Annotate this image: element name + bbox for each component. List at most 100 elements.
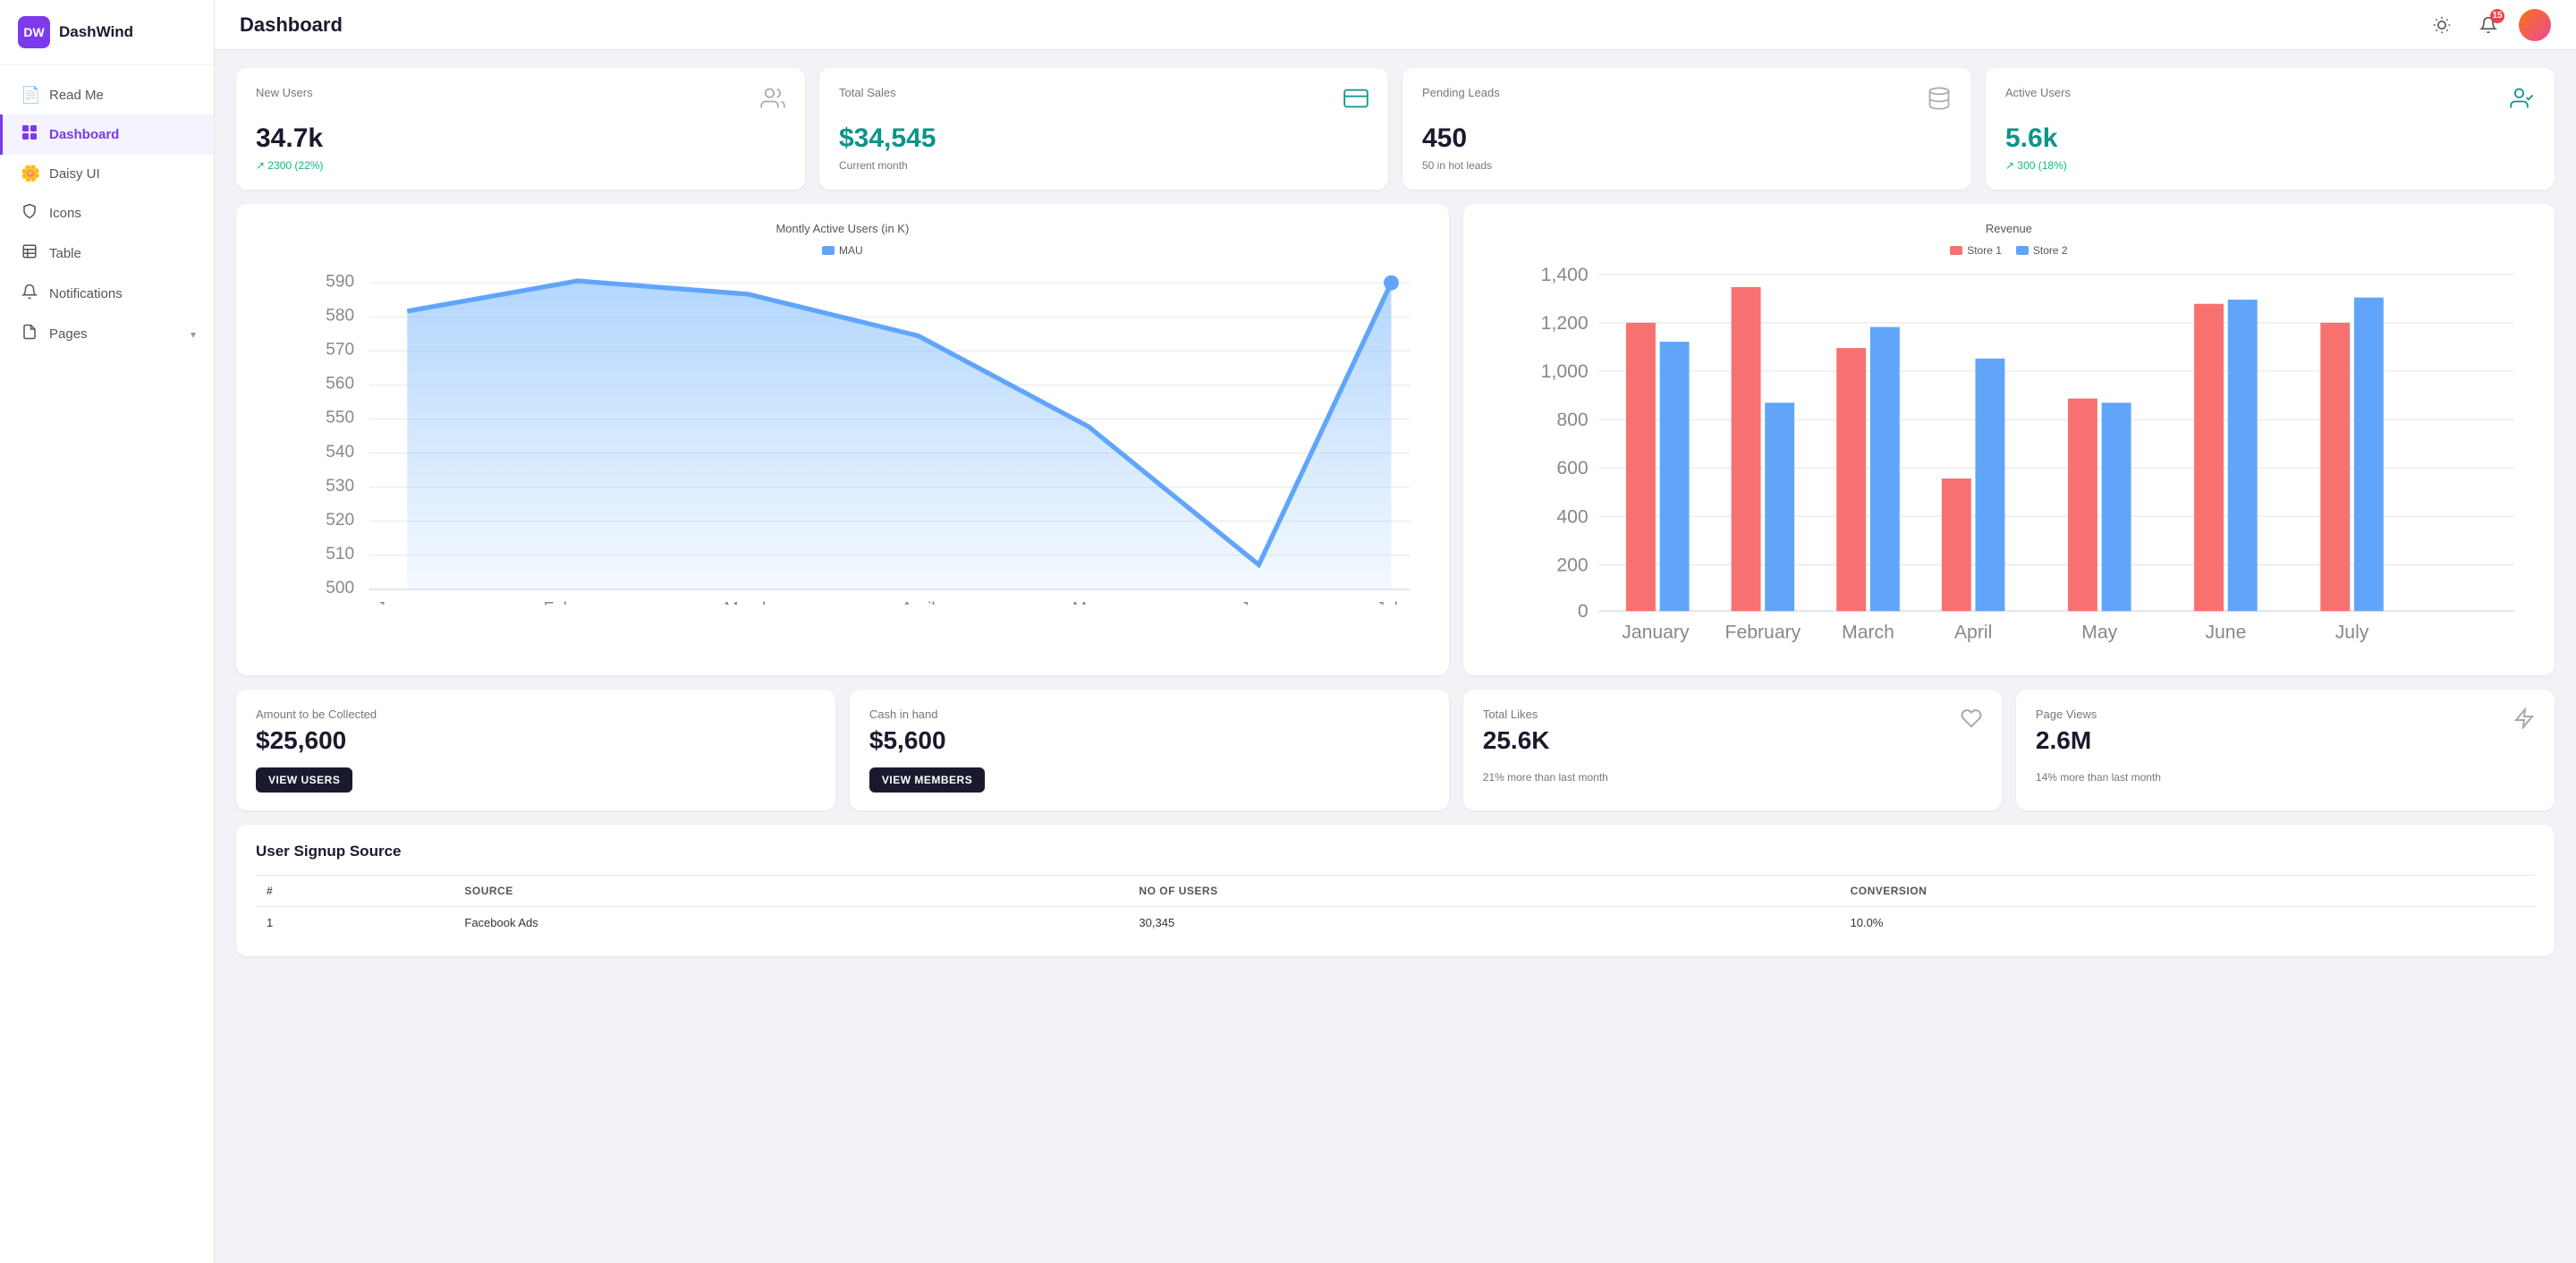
pages-icon	[21, 324, 38, 344]
mau-chart-title: Montly Active Users (in K)	[256, 222, 1429, 235]
amount-collected-value: $25,600	[256, 726, 816, 755]
notifications-icon	[21, 284, 38, 304]
page-views-sub: 14% more than last month	[2036, 771, 2535, 784]
svg-text:0: 0	[1578, 601, 1589, 622]
charts-row: Montly Active Users (in K) MAU	[236, 204, 2555, 675]
pending-leads-value: 450	[1422, 123, 1952, 154]
svg-text:200: 200	[1556, 555, 1588, 575]
svg-text:400: 400	[1556, 506, 1588, 527]
mau-chart-legend: MAU	[256, 244, 1429, 257]
sidebar-item-label: Read Me	[49, 88, 104, 103]
row-conversion: 10.0%	[1840, 907, 2535, 939]
sidebar-logo[interactable]: DW DashWind	[0, 0, 214, 65]
total-likes-value: 25.6K	[1483, 726, 1550, 755]
svg-text:March: March	[1842, 623, 1894, 643]
dashboard-content: New Users 34.7k ↗ 2300 (22%) Total Sales	[215, 50, 2576, 1263]
read-me-icon: 📄	[21, 86, 38, 105]
svg-text:April: April	[901, 599, 935, 604]
store2-legend-label: Store 2	[2033, 244, 2068, 257]
notifications-button[interactable]: 15	[2472, 9, 2504, 41]
user-avatar[interactable]	[2519, 9, 2551, 41]
pending-leads-label: Pending Leads	[1422, 86, 1500, 99]
app-name: DashWind	[59, 23, 133, 41]
sidebar: DW DashWind 📄 Read Me Dashboard 🌼 Daisy …	[0, 0, 215, 1263]
mau-chart-card: Montly Active Users (in K) MAU	[236, 204, 1449, 675]
row-users: 30,345	[1128, 907, 1839, 939]
pending-leads-sub: 50 in hot leads	[1422, 159, 1952, 172]
sidebar-item-label: Notifications	[49, 286, 123, 301]
topbar: Dashboard 15	[215, 0, 2576, 50]
svg-text:510: 510	[326, 545, 354, 564]
sidebar-item-dashboard[interactable]: Dashboard	[0, 114, 214, 155]
revenue-bar-chart: 0 200 400 600 800 1,000 1,200 1,400	[1483, 264, 2535, 653]
amount-collected-label: Amount to be Collected	[256, 708, 816, 721]
signup-table: # SOURCE NO OF USERS CONVERSION 1 Facebo…	[256, 875, 2535, 938]
svg-text:500: 500	[326, 579, 354, 598]
notification-badge: 15	[2490, 9, 2504, 23]
sidebar-item-table[interactable]: Table	[0, 233, 214, 274]
revenue-chart-title: Revenue	[1483, 222, 2535, 235]
col-conversion: CONVERSION	[1840, 876, 2535, 907]
svg-text:540: 540	[326, 443, 354, 462]
sidebar-item-label: Icons	[49, 206, 81, 221]
svg-text:800: 800	[1556, 410, 1588, 430]
cash-in-hand-label: Cash in hand	[869, 708, 1429, 721]
svg-text:January: January	[377, 599, 437, 604]
svg-text:580: 580	[326, 306, 354, 325]
svg-text:600: 600	[1556, 458, 1588, 479]
sidebar-item-read-me[interactable]: 📄 Read Me	[0, 76, 214, 114]
svg-text:July: July	[2335, 623, 2369, 643]
mau-legend-label: MAU	[839, 244, 863, 257]
svg-text:June: June	[2205, 623, 2246, 643]
svg-text:600: 600	[326, 264, 354, 268]
legend-mau: MAU	[822, 244, 863, 257]
sidebar-nav: 📄 Read Me Dashboard 🌼 Daisy UI Icons Tab…	[0, 65, 214, 1263]
legend-store2: Store 2	[2016, 244, 2068, 257]
sidebar-item-label: Table	[49, 246, 81, 261]
revenue-chart-card: Revenue Store 1 Store 2	[1463, 204, 2555, 675]
theme-toggle-button[interactable]	[2426, 9, 2458, 41]
credit-card-icon	[1343, 86, 1368, 116]
sidebar-item-icons[interactable]: Icons	[0, 193, 214, 233]
store2-legend-dot	[2016, 246, 2029, 255]
view-members-button[interactable]: VIEW MEMBERS	[869, 767, 985, 793]
svg-text:July: July	[1377, 599, 1407, 604]
revenue-chart-legend: Store 1 Store 2	[1483, 244, 2535, 257]
svg-text:570: 570	[326, 341, 354, 360]
total-likes-sub: 21% more than last month	[1483, 771, 1982, 784]
amount-collected-card: Amount to be Collected $25,600 VIEW USER…	[236, 690, 835, 810]
col-number: #	[256, 876, 453, 907]
icons-icon	[21, 203, 38, 224]
svg-text:February: February	[544, 599, 613, 604]
col-users: NO OF USERS	[1128, 876, 1839, 907]
stat-card-pending-leads: Pending Leads 450 50 in hot leads	[1402, 68, 1971, 190]
svg-text:March: March	[724, 599, 772, 604]
total-likes-label: Total Likes	[1483, 708, 1550, 721]
svg-text:590: 590	[326, 272, 354, 291]
svg-text:1,400: 1,400	[1540, 265, 1588, 285]
new-users-label: New Users	[256, 86, 313, 99]
total-likes-card: Total Likes 25.6K 21% more than last mon…	[1463, 690, 2002, 810]
signup-section-title: User Signup Source	[256, 843, 2535, 860]
sidebar-item-pages[interactable]: Pages ▾	[0, 314, 214, 354]
new-users-sub: ↗ 2300 (22%)	[256, 159, 785, 172]
svg-text:May: May	[1072, 599, 1105, 604]
stat-card-active-users: Active Users 5.6k ↗ 300 (18%)	[1986, 68, 2555, 190]
sidebar-item-daisy-ui[interactable]: 🌼 Daisy UI	[0, 155, 214, 193]
page-views-label: Page Views	[2036, 708, 2097, 721]
view-users-button[interactable]: VIEW USERS	[256, 767, 352, 793]
sidebar-item-notifications[interactable]: Notifications	[0, 274, 214, 314]
topbar-actions: 15	[2426, 9, 2551, 41]
svg-text:February: February	[1724, 623, 1801, 643]
users-icon	[760, 86, 785, 116]
sidebar-item-label: Dashboard	[49, 127, 119, 142]
store1-legend-dot	[1950, 246, 1962, 255]
logo-icon: DW	[18, 16, 50, 48]
store1-legend-label: Store 1	[1967, 244, 2002, 257]
page-views-value: 2.6M	[2036, 726, 2097, 755]
dashboard-icon	[21, 124, 38, 145]
mau-legend-dot	[822, 246, 835, 255]
row-source: Facebook Ads	[453, 907, 1128, 939]
chevron-down-icon: ▾	[191, 328, 196, 341]
svg-text:1,000: 1,000	[1540, 361, 1588, 382]
